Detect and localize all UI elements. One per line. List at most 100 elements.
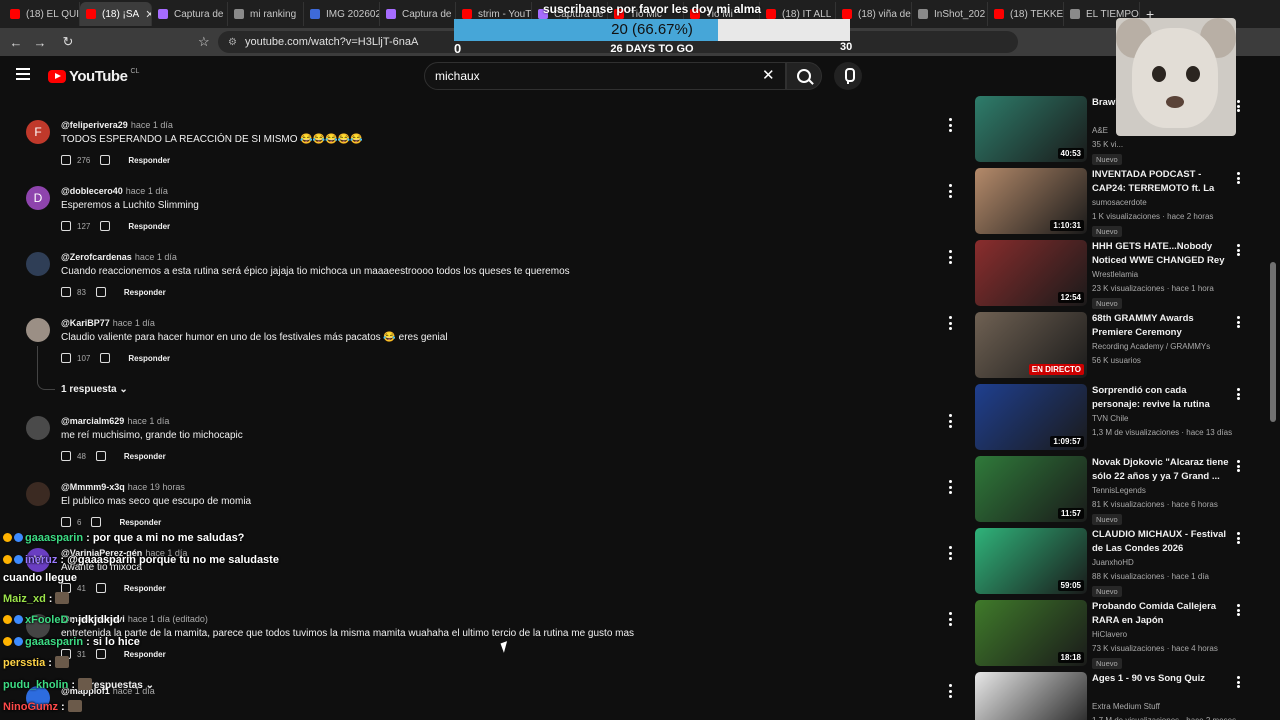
- like-icon[interactable]: [61, 353, 71, 363]
- author-name[interactable]: @KariBP77: [61, 318, 110, 328]
- video-thumbnail[interactable]: 40:53: [975, 96, 1087, 162]
- more-options-icon[interactable]: [948, 250, 952, 264]
- browser-tab[interactable]: (18) EL QUI: [4, 2, 80, 26]
- channel-name[interactable]: A&E: [1092, 126, 1108, 135]
- related-video[interactable]: Ages 1 - 90 vs Song Quiz Extra Medium Stu…: [970, 672, 1270, 720]
- video-title[interactable]: INVENTADA PODCAST - CAP24: TERREMOTO ft.…: [1092, 168, 1234, 196]
- video-thumbnail[interactable]: [975, 672, 1087, 720]
- more-options-icon[interactable]: [1236, 244, 1240, 256]
- channel-name[interactable]: Recording Academy / GRAMMYs: [1092, 342, 1210, 351]
- browser-tab[interactable]: IMG 202602: [304, 2, 380, 26]
- avatar[interactable]: [26, 318, 50, 342]
- related-video[interactable]: 59:05 CLAUDIO MICHAUX - Festival de Las C…: [970, 528, 1270, 597]
- browser-tab[interactable]: Captura de: [380, 2, 456, 26]
- video-title[interactable]: CLAUDIO MICHAUX - Festival de Las Condes…: [1092, 528, 1234, 556]
- search-button[interactable]: [786, 62, 822, 90]
- channel-name[interactable]: TVN Chile: [1092, 414, 1128, 423]
- avatar[interactable]: [26, 482, 50, 506]
- more-options-icon[interactable]: [948, 612, 952, 626]
- reload-icon[interactable]: ↻: [56, 34, 80, 50]
- scrollbar[interactable]: [1270, 262, 1276, 422]
- author-name[interactable]: @Mmmm9-x3q: [61, 482, 125, 492]
- browser-tab[interactable]: (18) TEKKEN: [988, 2, 1064, 26]
- more-options-icon[interactable]: [1236, 532, 1240, 544]
- channel-name[interactable]: sumosacerdote: [1092, 198, 1147, 207]
- dislike-icon[interactable]: [100, 353, 111, 363]
- avatar[interactable]: [26, 252, 50, 276]
- menu-icon[interactable]: [16, 68, 30, 80]
- voice-search-button[interactable]: [834, 62, 862, 90]
- channel-name[interactable]: JuanxhoHD: [1092, 558, 1134, 567]
- chat-badge-icon: [3, 555, 12, 564]
- more-options-icon[interactable]: [1236, 172, 1240, 184]
- more-options-icon[interactable]: [1236, 100, 1240, 112]
- video-title[interactable]: Sorprendió con cada personaje: revive la…: [1092, 384, 1234, 412]
- comment-author[interactable]: @marcialm629 hace 1 día: [61, 416, 169, 426]
- channel-name[interactable]: Extra Medium Stuff: [1092, 702, 1160, 711]
- author-name[interactable]: @feliperivera29: [61, 120, 128, 130]
- more-options-icon[interactable]: [1236, 676, 1240, 688]
- reply-button[interactable]: Responder: [128, 354, 170, 363]
- clear-search-icon[interactable]: ✕: [762, 66, 775, 84]
- browser-tab[interactable]: (18) ¡SA ✕: [80, 2, 152, 26]
- related-video[interactable]: 18:18 Probando Comida Callejera RARA en J…: [970, 600, 1270, 669]
- comment-author[interactable]: @KariBP77 hace 1 día: [61, 318, 155, 328]
- video-thumbnail[interactable]: EN DIRECTO: [975, 312, 1087, 378]
- video-duration: 59:05: [1057, 580, 1084, 591]
- video-thumbnail[interactable]: 1:10:31: [975, 168, 1087, 234]
- close-tab-icon[interactable]: ✕: [145, 8, 151, 21]
- comment-author[interactable]: @doblecero40 hace 1 día: [61, 186, 168, 196]
- channel-name[interactable]: HiClavero: [1092, 630, 1127, 639]
- forward-icon[interactable]: →: [28, 35, 52, 50]
- author-name[interactable]: @marcialm629: [61, 416, 124, 426]
- video-thumbnail[interactable]: 18:18: [975, 600, 1087, 666]
- more-options-icon[interactable]: [948, 414, 952, 428]
- related-video[interactable]: 1:10:31 INVENTADA PODCAST - CAP24: TERREM…: [970, 168, 1270, 237]
- video-thumbnail[interactable]: 12:54: [975, 240, 1087, 306]
- related-video[interactable]: 11:57 Novak Djokovic "Alcaraz tiene sólo …: [970, 456, 1270, 525]
- author-name[interactable]: @Zerofcardenas: [61, 252, 132, 262]
- more-options-icon[interactable]: [948, 184, 952, 198]
- browser-tab[interactable]: Captura de: [152, 2, 228, 26]
- tab-title: mi ranking: [250, 8, 297, 20]
- comment-item: F @feliperivera29 hace 1 día TODOS ESPERAND…: [0, 96, 960, 165]
- video-thumbnail[interactable]: 11:57: [975, 456, 1087, 522]
- video-title[interactable]: Novak Djokovic "Alcaraz tiene sólo 22 añ…: [1092, 456, 1234, 484]
- site-info-icon[interactable]: ⚙: [228, 37, 237, 48]
- more-options-icon[interactable]: [948, 316, 952, 330]
- comment-author[interactable]: @Mmmm9-x3q hace 19 horas: [61, 482, 185, 492]
- related-video[interactable]: 1:09:57 Sorprendió con cada personaje: re…: [970, 384, 1270, 452]
- channel-name[interactable]: Wrestlelamia: [1092, 270, 1138, 279]
- comment-author[interactable]: @Zerofcardenas hace 1 día: [61, 252, 177, 262]
- video-title[interactable]: Ages 1 - 90 vs Song Quiz: [1092, 672, 1234, 686]
- video-title[interactable]: HHH GETS HATE...Nobody Noticed WWE CHANG…: [1092, 240, 1234, 268]
- video-title[interactable]: Probando Comida Callejera RARA en Japón: [1092, 600, 1234, 628]
- browser-tab[interactable]: mi ranking: [228, 2, 304, 26]
- more-options-icon[interactable]: [948, 480, 952, 494]
- more-options-icon[interactable]: [1236, 388, 1240, 400]
- youtube-logo[interactable]: YouTube CL: [48, 68, 139, 85]
- more-options-icon[interactable]: [948, 684, 952, 698]
- avatar[interactable]: D: [26, 186, 50, 210]
- avatar[interactable]: F: [26, 120, 50, 144]
- more-options-icon[interactable]: [1236, 316, 1240, 328]
- more-options-icon[interactable]: [948, 118, 952, 132]
- more-options-icon[interactable]: [1236, 460, 1240, 472]
- related-video[interactable]: 12:54 HHH GETS HATE...Nobody Noticed WWE …: [970, 240, 1270, 309]
- comment-author[interactable]: @feliperivera29 hace 1 día: [61, 120, 173, 130]
- more-options-icon[interactable]: [948, 546, 952, 560]
- search-input[interactable]: michaux: [424, 62, 786, 90]
- browser-tab[interactable]: InShot_202: [912, 2, 988, 26]
- video-thumbnail[interactable]: 59:05: [975, 528, 1087, 594]
- tab-title: Captura de: [402, 8, 452, 20]
- related-video[interactable]: EN DIRECTO 68th GRAMMY Awards Premiere Ce…: [970, 312, 1270, 380]
- author-name[interactable]: @doblecero40: [61, 186, 123, 196]
- video-title[interactable]: 68th GRAMMY Awards Premiere Ceremony: [1092, 312, 1234, 340]
- video-thumbnail[interactable]: 1:09:57: [975, 384, 1087, 450]
- chat-message: ineruz: @gaaasparin porque tu no me salu…: [3, 554, 279, 566]
- back-icon[interactable]: ←: [4, 35, 28, 50]
- channel-name[interactable]: TennisLegends: [1092, 486, 1146, 495]
- bookmark-icon[interactable]: ☆: [198, 34, 210, 50]
- avatar[interactable]: [26, 416, 50, 440]
- more-options-icon[interactable]: [1236, 604, 1240, 616]
